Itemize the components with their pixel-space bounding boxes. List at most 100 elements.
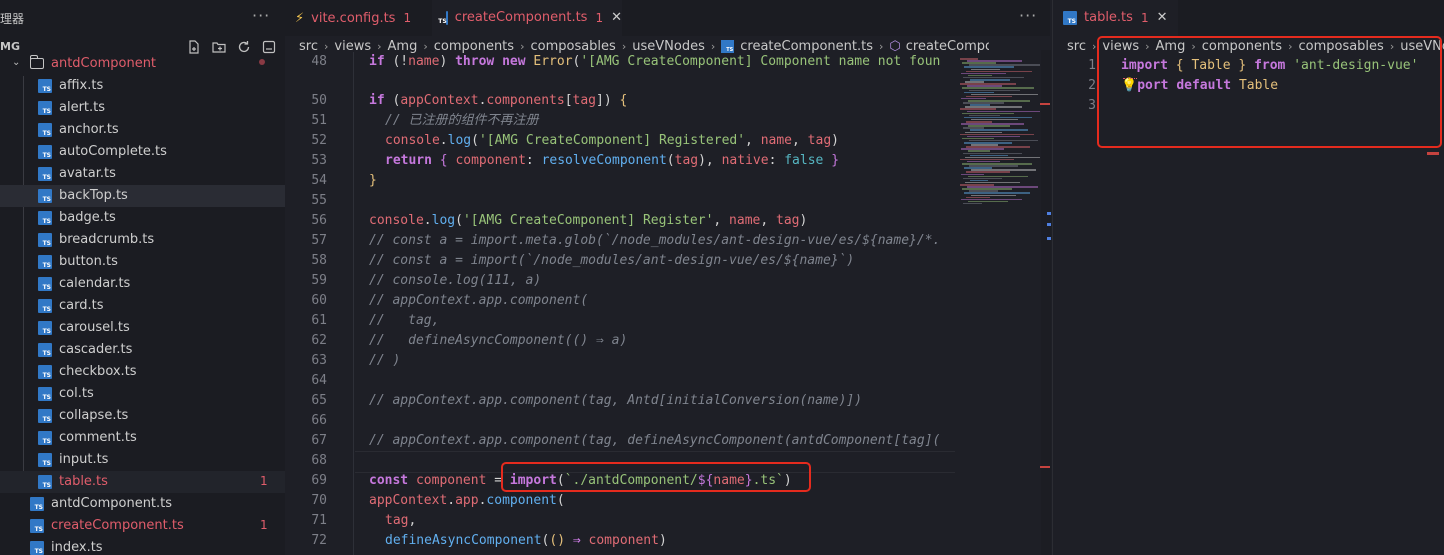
line-number: 56 <box>311 213 327 228</box>
line-number: 59 <box>311 273 327 288</box>
chevron-right-icon: › <box>1091 39 1097 53</box>
file-row[interactable]: TS badge.ts <box>0 207 285 229</box>
typescript-file-icon: TS <box>38 387 52 401</box>
chevron-right-icon: › <box>423 39 428 53</box>
file-row[interactable]: TS checkbox.ts <box>0 361 285 383</box>
highlight-box <box>1097 36 1442 148</box>
file-row[interactable]: TS carousel.ts <box>0 317 285 339</box>
scrollbar-error-marker <box>1040 466 1050 468</box>
typescript-file-icon: TS <box>38 453 52 467</box>
file-name: col.ts <box>59 386 94 401</box>
file-row[interactable]: TS cascader.ts <box>0 339 285 361</box>
file-row[interactable]: TS index.ts <box>0 537 285 555</box>
file-row[interactable]: TS button.ts <box>0 251 285 273</box>
file-row[interactable]: TS alert.ts <box>0 97 285 119</box>
line-number: 53 <box>311 153 327 168</box>
typescript-file-icon: TS <box>38 123 52 137</box>
chevron-down-icon: ⌄ <box>12 57 21 68</box>
tab-label: table.ts <box>1084 10 1133 25</box>
line-number: 60 <box>311 293 327 308</box>
file-name: breadcrumb.ts <box>59 232 155 247</box>
code-line: // appContext.app.component(tag, defineA… <box>369 433 941 448</box>
code-line: if (appContext.components[tag]) { <box>369 93 628 108</box>
explorer-panel: 理器 ··· MG ⌄ antdComponent TS affix.ts TS al… <box>0 0 285 555</box>
line-number: 55 <box>311 193 327 208</box>
file-row[interactable]: TS calendar.ts <box>0 273 285 295</box>
typescript-file-icon: TS <box>1063 10 1077 25</box>
folder-icon <box>29 55 44 69</box>
code-line: console.log('[AMG CreateComponent] Regis… <box>385 133 839 148</box>
code-line: appContext.app.component( <box>369 493 565 508</box>
file-name: calendar.ts <box>59 276 131 291</box>
typescript-file-icon: TS <box>38 277 52 291</box>
line-number: 57 <box>311 233 327 248</box>
close-icon[interactable]: ✕ <box>611 10 622 25</box>
typescript-file-icon: TS <box>438 10 448 25</box>
typescript-file-icon: TS <box>30 519 44 533</box>
chevron-right-icon: › <box>323 39 329 53</box>
file-row[interactable]: TS breadcrumb.ts <box>0 229 285 251</box>
code-line: return { component: resolveComponent(tag… <box>385 153 840 168</box>
line-number: 72 <box>311 533 327 548</box>
typescript-file-icon: TS <box>38 189 52 203</box>
file-row[interactable]: TS table.ts 1 <box>0 471 285 493</box>
close-icon[interactable]: ✕ <box>1157 10 1168 25</box>
editor-more-button[interactable]: ··· <box>1019 6 1037 25</box>
tab-createComponent[interactable]: TS createComponent.ts 1 ✕ <box>432 0 622 36</box>
indent-guide <box>353 52 354 555</box>
file-row[interactable]: TS card.ts <box>0 295 285 317</box>
project-name: MG <box>0 40 20 53</box>
file-row[interactable]: TS autoComplete.ts <box>0 141 285 163</box>
file-row[interactable]: TS createComponent.ts 1 <box>0 515 285 537</box>
minimap[interactable] <box>960 58 1040 218</box>
modified-dot <box>259 59 265 65</box>
tab-label: createComponent.ts <box>454 10 588 25</box>
editor1-tabbar: ⚡ vite.config.ts 1 TS createComponent.ts… <box>285 0 1050 36</box>
file-row[interactable]: TS avatar.ts <box>0 163 285 185</box>
code-line: defineAsyncComponent(() ⇒ component) <box>385 533 667 548</box>
tab-vite-config[interactable]: ⚡ vite.config.ts 1 <box>285 0 425 36</box>
chevron-right-icon: › <box>520 39 525 53</box>
code-line: // ) <box>369 353 401 368</box>
file-row[interactable]: TS antdComponent.ts <box>0 493 285 515</box>
file-row[interactable]: TS anchor.ts <box>0 119 285 141</box>
file-name: autoComplete.ts <box>59 144 167 159</box>
code-line: // const a = import.meta.glob(`/node_mod… <box>369 233 941 248</box>
line-number: 67 <box>311 433 327 448</box>
highlight-box <box>501 462 811 492</box>
file-name: badge.ts <box>59 210 116 225</box>
file-name: cascader.ts <box>59 342 133 357</box>
file-row[interactable]: TS col.ts <box>0 383 285 405</box>
line-number: 70 <box>311 493 327 508</box>
line-number: 62 <box>311 333 327 348</box>
editor1-scrollbar[interactable] <box>1041 50 1051 555</box>
file-name: anchor.ts <box>59 122 119 137</box>
breadcrumb-item[interactable]: src <box>299 39 318 54</box>
tab-table[interactable]: TS table.ts 1 ✕ <box>1053 0 1178 36</box>
file-row[interactable]: TS collapse.ts <box>0 405 285 427</box>
typescript-file-icon: TS <box>38 475 52 489</box>
file-row[interactable]: TS backTop.ts <box>0 185 285 207</box>
typescript-file-icon: TS <box>38 365 52 379</box>
explorer-more-button[interactable]: ··· <box>252 6 270 25</box>
line-number: 52 <box>311 133 327 148</box>
chevron-right-icon: › <box>621 39 627 53</box>
explorer-header: 理器 ··· <box>0 0 285 36</box>
file-name: button.ts <box>59 254 118 269</box>
scrollbar-error-marker <box>1040 103 1050 105</box>
minimap-line <box>963 202 982 205</box>
file-name: table.ts <box>59 474 108 489</box>
tab-problem-count: 1 <box>1140 10 1149 25</box>
line-number: 65 <box>311 393 327 408</box>
chevron-right-icon: › <box>377 39 382 53</box>
file-name: carousel.ts <box>59 320 130 335</box>
file-row[interactable]: TS comment.ts <box>0 427 285 449</box>
folder-row-antdComponent[interactable]: ⌄ antdComponent <box>0 53 285 75</box>
file-row[interactable]: TS affix.ts <box>0 75 285 97</box>
file-name: backTop.ts <box>59 188 128 203</box>
code-line: if (!name) throw new Error('[AMG CreateC… <box>369 54 941 69</box>
file-row[interactable]: TS input.ts <box>0 449 285 471</box>
breadcrumb-item[interactable]: src <box>1067 39 1086 54</box>
line-number: 63 <box>311 353 327 368</box>
typescript-file-icon: TS <box>30 497 44 511</box>
